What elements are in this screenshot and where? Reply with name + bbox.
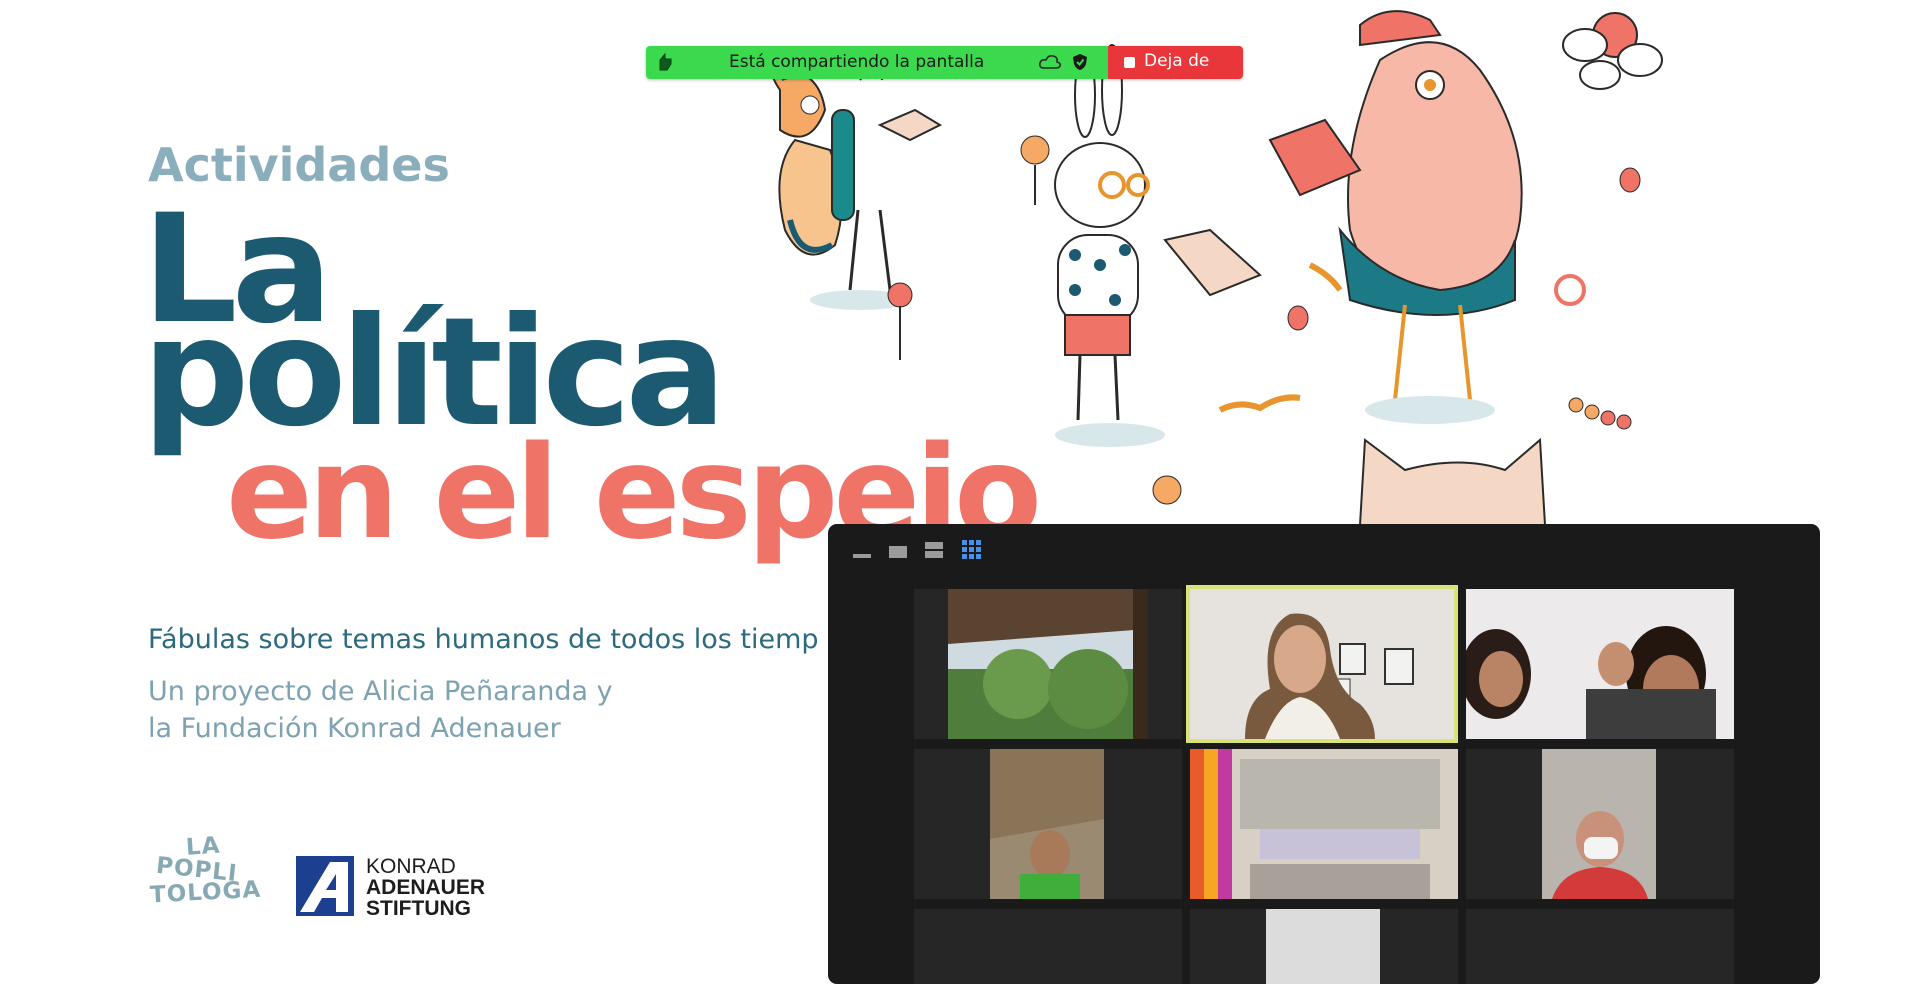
video-tile-participant-8[interactable] xyxy=(1190,909,1458,984)
participant-video-image xyxy=(948,589,1148,739)
participant-video-image xyxy=(1266,909,1380,984)
gallery-view-icon[interactable] xyxy=(960,538,984,562)
participant-video-image xyxy=(1542,749,1656,899)
cat-head-figure xyxy=(1358,437,1547,525)
minimize-view-icon[interactable] xyxy=(852,538,874,562)
video-gallery-window xyxy=(828,524,1820,984)
stop-share-label: Deja de xyxy=(1144,51,1210,71)
video-tile-participant-7[interactable] xyxy=(914,909,1182,984)
poplitologa-logo: LA POPLI TOLOGA xyxy=(148,832,262,936)
flower-decoration xyxy=(887,135,1050,360)
thumbnail-view-icon[interactable] xyxy=(888,538,910,562)
video-tile-participant-4[interactable] xyxy=(914,749,1182,899)
participant-video-image xyxy=(1190,589,1454,739)
slide-credit-line2: la Fundación Konrad Adenauer xyxy=(148,713,561,744)
stop-share-button[interactable]: Deja de xyxy=(1108,46,1243,79)
slide-subtitle: Fábulas sobre temas humanos de todos los… xyxy=(148,624,819,655)
video-tile-participant-6[interactable] xyxy=(1466,749,1734,899)
kas-wordmark-line1: KONRAD xyxy=(366,855,456,878)
stop-square-icon xyxy=(1124,57,1135,68)
speaker-view-icon[interactable] xyxy=(924,538,946,562)
participant-video-image xyxy=(1466,589,1734,739)
hand-pointer-icon[interactable] xyxy=(656,52,674,72)
frog-figure xyxy=(1268,10,1523,424)
slide-credit-line1: Un proyecto de Alicia Peñaranda y xyxy=(148,676,613,707)
white-flower-decoration xyxy=(1562,12,1663,90)
video-tile-participant-3[interactable] xyxy=(1466,589,1734,739)
cloud-record-icon[interactable] xyxy=(1038,54,1062,70)
video-tile-active-speaker[interactable] xyxy=(1186,585,1458,743)
video-tile-participant-9[interactable] xyxy=(1466,909,1734,984)
kas-wordmark-line2: ADENAUER xyxy=(366,876,486,899)
rabbit-figure xyxy=(1054,44,1262,447)
video-tile-participant-1[interactable] xyxy=(914,589,1182,739)
shield-check-icon[interactable] xyxy=(1072,53,1088,71)
screen-share-toolbar: Está compartiendo la pantalla Deja de xyxy=(646,46,1243,79)
poplitologa-logo-line3: TOLOGA xyxy=(149,876,262,909)
participant-video-image xyxy=(990,749,1104,899)
share-status-text: Está compartiendo la pantalla xyxy=(729,52,985,72)
view-mode-toolbar xyxy=(852,538,1002,562)
share-status-area[interactable]: Está compartiendo la pantalla xyxy=(646,46,1108,79)
kas-wordmark-line3: STIFTUNG xyxy=(366,897,471,920)
kas-logo: KONRAD ADENAUER STIFTUNG xyxy=(296,856,496,919)
participant-video-image xyxy=(1190,749,1458,899)
butterfly-figure xyxy=(771,52,943,310)
video-tile-participant-5[interactable] xyxy=(1190,749,1458,899)
kas-wordmark: KONRAD ADENAUER STIFTUNG xyxy=(366,856,485,919)
kas-mark-icon xyxy=(296,856,354,916)
